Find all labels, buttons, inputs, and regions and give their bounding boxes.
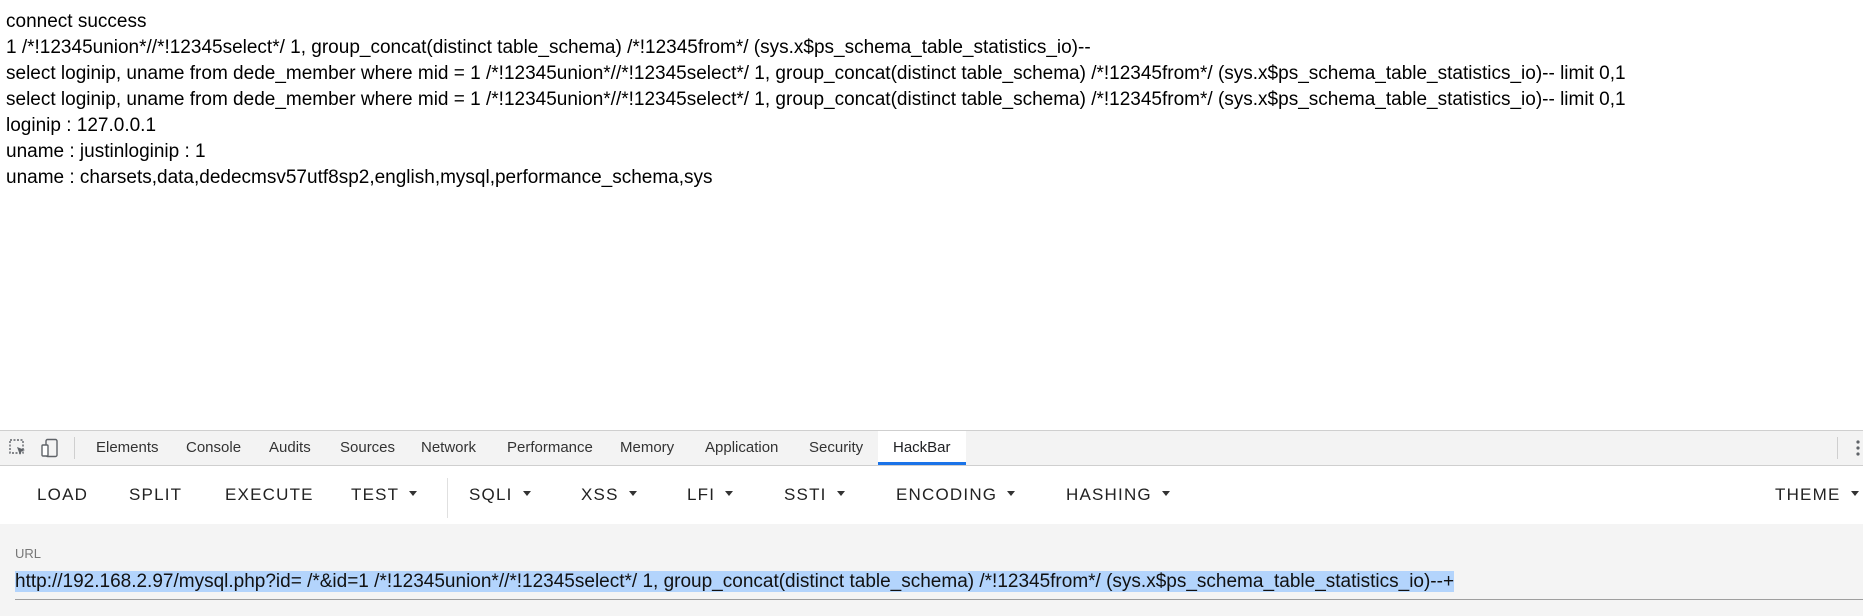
- test-label: TEST: [351, 485, 400, 504]
- output-line: uname : charsets,data,dedecmsv57utf8sp2,…: [6, 167, 713, 188]
- tab-sources[interactable]: Sources: [340, 431, 395, 465]
- caret-down-icon: [409, 491, 418, 497]
- encoding-label: ENCODING: [896, 485, 998, 504]
- caret-down-icon: [725, 491, 734, 497]
- test-dropdown-button[interactable]: TEST: [351, 466, 418, 524]
- ssti-label: SSTI: [784, 485, 827, 504]
- url-input[interactable]: http://192.168.2.97/mysql.php?id= /*&id=…: [15, 565, 1863, 600]
- output-line: loginip : 127.0.0.1: [6, 115, 157, 136]
- sqli-dropdown-button[interactable]: SQLI: [469, 466, 531, 524]
- tab-performance[interactable]: Performance: [507, 431, 593, 465]
- caret-down-icon: [628, 491, 637, 497]
- tab-hackbar[interactable]: HackBar: [878, 431, 966, 465]
- xss-dropdown-button[interactable]: XSS: [581, 466, 637, 524]
- tab-audits[interactable]: Audits: [269, 431, 311, 465]
- load-button[interactable]: LOAD: [37, 466, 88, 524]
- output-line: uname : justinloginip : 1: [6, 141, 206, 162]
- lfi-label: LFI: [687, 485, 716, 504]
- caret-down-icon: [1161, 491, 1170, 497]
- tab-network[interactable]: Network: [421, 431, 476, 465]
- devtools-panel: Elements Console Audits Sources Network …: [0, 430, 1863, 616]
- tab-elements[interactable]: Elements: [96, 431, 159, 465]
- output-line: connect success: [6, 11, 147, 32]
- hashing-label: HASHING: [1066, 485, 1152, 504]
- toolbar-divider: [74, 437, 75, 459]
- hackbar-toolbar: LOAD SPLIT EXECUTE TEST SQLI XSS LFI SST…: [0, 466, 1863, 524]
- split-button[interactable]: SPLIT: [129, 466, 182, 524]
- execute-button[interactable]: EXECUTE: [225, 466, 314, 524]
- hashing-dropdown-button[interactable]: HASHING: [1066, 466, 1170, 524]
- url-input-value: http://192.168.2.97/mysql.php?id= /*&id=…: [15, 571, 1455, 592]
- devtools-tabbar: Elements Console Audits Sources Network …: [0, 431, 1863, 466]
- device-toolbar-icon[interactable]: [40, 438, 60, 458]
- inspect-element-icon[interactable]: [8, 438, 28, 458]
- url-field-container: URL http://192.168.2.97/mysql.php?id= /*…: [0, 524, 1863, 616]
- caret-down-icon: [836, 491, 845, 497]
- sqli-label: SQLI: [469, 485, 513, 504]
- output-line: select loginip, uname from dede_member w…: [6, 89, 1626, 110]
- caret-down-icon: [1850, 491, 1859, 497]
- lfi-dropdown-button[interactable]: LFI: [687, 466, 734, 524]
- tab-memory[interactable]: Memory: [620, 431, 674, 465]
- tab-console[interactable]: Console: [186, 431, 241, 465]
- theme-dropdown-button[interactable]: THEME: [1775, 466, 1859, 524]
- page-output: connect success 1 /*!12345union*//*!1234…: [6, 9, 1856, 191]
- encoding-dropdown-button[interactable]: ENCODING: [896, 466, 1016, 524]
- ssti-dropdown-button[interactable]: SSTI: [784, 466, 845, 524]
- output-line: select loginip, uname from dede_member w…: [6, 63, 1626, 84]
- xss-label: XSS: [581, 485, 619, 504]
- url-label: URL: [15, 546, 42, 561]
- toolbar-divider: [447, 478, 448, 518]
- caret-down-icon: [522, 491, 531, 497]
- tab-security[interactable]: Security: [809, 431, 863, 465]
- tab-application[interactable]: Application: [705, 431, 778, 465]
- caret-down-icon: [1007, 491, 1016, 497]
- output-line: 1 /*!12345union*//*!12345select*/ 1, gro…: [6, 37, 1091, 58]
- theme-label: THEME: [1775, 485, 1841, 504]
- more-options-icon[interactable]: [1853, 438, 1863, 458]
- toolbar-divider: [1837, 437, 1838, 459]
